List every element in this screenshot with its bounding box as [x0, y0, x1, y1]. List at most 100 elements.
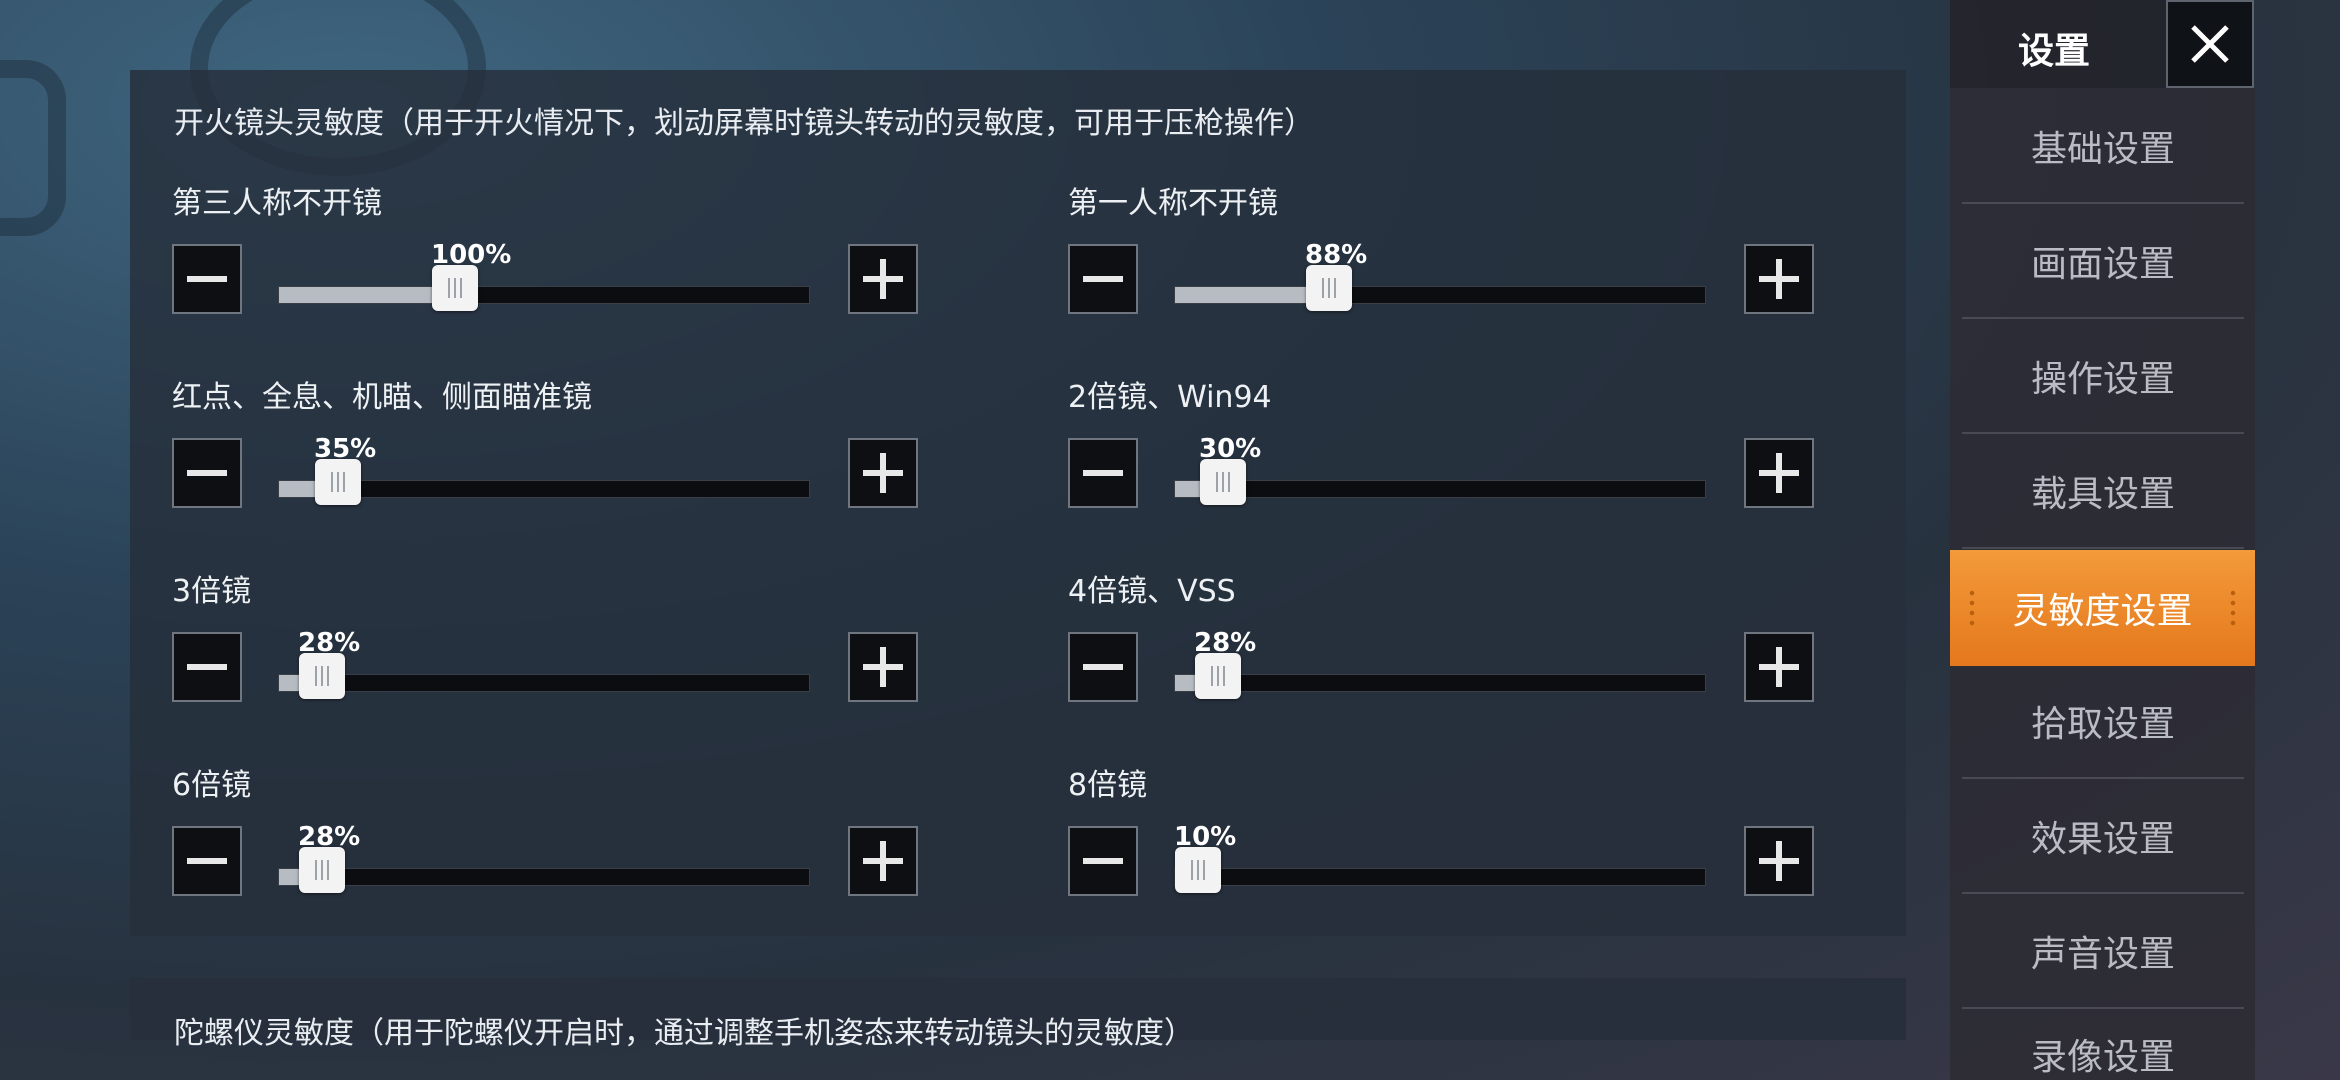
- sidebar-item[interactable]: 声音设置: [1962, 895, 2244, 1009]
- sidebar-item-label: 效果设置: [2030, 819, 2175, 860]
- sidebar-item-label: 操作设置: [2030, 359, 2175, 400]
- slider-track[interactable]: [278, 459, 810, 505]
- slider-thumb[interactable]: [1200, 459, 1246, 505]
- plus-icon: [863, 841, 903, 881]
- increase-button[interactable]: [848, 632, 918, 702]
- sidebar-item-label: 画面设置: [2030, 244, 2175, 285]
- gyro-sensitivity-panel: 陀螺仪灵敏度（用于陀螺仪开启时，通过调整手机姿态来转动镜头的灵敏度）: [130, 978, 1906, 1051]
- minus-icon: [187, 858, 227, 864]
- slider-label: 第三人称不开镜: [172, 186, 382, 221]
- sensitivity-slider-row: 6倍镜 28%: [172, 760, 918, 940]
- plus-icon: [863, 647, 903, 687]
- decrease-button[interactable]: [1068, 826, 1138, 896]
- sensitivity-slider-row: 4倍镜、VSS 28%: [1068, 566, 1814, 746]
- slider-track[interactable]: [1174, 847, 1706, 893]
- decrease-button[interactable]: [172, 632, 242, 702]
- decrease-button[interactable]: [172, 826, 242, 896]
- increase-button[interactable]: [848, 244, 918, 314]
- slider-label: 6倍镜: [172, 768, 252, 803]
- sidebar-item-label: 声音设置: [2030, 934, 2175, 975]
- slider-label: 3倍镜: [172, 574, 252, 609]
- slider-thumb[interactable]: [315, 459, 361, 505]
- sidebar-item[interactable]: 灵敏度设置: [1950, 550, 2255, 666]
- slider-track[interactable]: [278, 265, 810, 311]
- slider-track[interactable]: [1174, 459, 1706, 505]
- slider-value: 10%: [1174, 822, 1237, 852]
- minus-icon: [1083, 664, 1123, 670]
- increase-button[interactable]: [848, 826, 918, 896]
- minus-icon: [1083, 470, 1123, 476]
- sensitivity-slider-row: 红点、全息、机瞄、侧面瞄准镜 35%: [172, 372, 918, 552]
- plus-icon: [863, 453, 903, 493]
- decrease-button[interactable]: [172, 438, 242, 508]
- sidebar-item[interactable]: 效果设置: [1962, 780, 2244, 894]
- increase-button[interactable]: [1744, 244, 1814, 314]
- increase-button[interactable]: [1744, 632, 1814, 702]
- sidebar-item-label: 载具设置: [2030, 474, 2175, 515]
- decrease-button[interactable]: [1068, 244, 1138, 314]
- plus-icon: [1759, 841, 1799, 881]
- plus-icon: [1759, 453, 1799, 493]
- sidebar-item[interactable]: 载具设置: [1962, 435, 2244, 549]
- sidebar-item[interactable]: 录像设置: [1962, 1010, 2244, 1080]
- slider-thumb[interactable]: [299, 653, 345, 699]
- slider-label: 8倍镜: [1068, 768, 1148, 803]
- sidebar-item-label: 拾取设置: [2030, 704, 2175, 745]
- slider-value: 28%: [298, 628, 361, 658]
- slider-track[interactable]: [1174, 265, 1706, 311]
- minus-icon: [1083, 858, 1123, 864]
- background-decoration: [0, 60, 66, 236]
- sidebar-item-label: 灵敏度设置: [2012, 591, 2193, 632]
- panel-title: 开火镜头灵敏度（用于开火情况下，划动屏幕时镜头转动的灵敏度，可用于压枪操作）: [174, 106, 1314, 141]
- slider-thumb[interactable]: [1306, 265, 1352, 311]
- decrease-button[interactable]: [1068, 632, 1138, 702]
- slider-value: 88%: [1305, 240, 1368, 270]
- plus-icon: [863, 259, 903, 299]
- slider-value: 35%: [314, 434, 377, 464]
- slider-value: 28%: [298, 822, 361, 852]
- sidebar-item[interactable]: 画面设置: [1962, 205, 2244, 319]
- increase-button[interactable]: [848, 438, 918, 508]
- close-icon: [2191, 25, 2229, 63]
- slider-track[interactable]: [1174, 653, 1706, 699]
- decrease-button[interactable]: [172, 244, 242, 314]
- slider-value: 28%: [1194, 628, 1257, 658]
- slider-thumb[interactable]: [1195, 653, 1241, 699]
- slider-label: 2倍镜、Win94: [1068, 380, 1272, 415]
- grip-icon: [2229, 588, 2237, 628]
- plus-icon: [1759, 259, 1799, 299]
- panel-title: 陀螺仪灵敏度（用于陀螺仪开启时，通过调整手机姿态来转动镜头的灵敏度）: [174, 1016, 1194, 1051]
- slider-label: 第一人称不开镜: [1068, 186, 1278, 221]
- sensitivity-slider-row: 8倍镜 10%: [1068, 760, 1814, 940]
- sidebar-item-label: 基础设置: [2030, 129, 2175, 170]
- slider-label: 4倍镜、VSS: [1068, 574, 1236, 609]
- slider-track[interactable]: [278, 847, 810, 893]
- slider-value: 100%: [431, 240, 512, 270]
- slider-value: 30%: [1199, 434, 1262, 464]
- increase-button[interactable]: [1744, 438, 1814, 508]
- grip-icon: [1968, 588, 1976, 628]
- sensitivity-slider-row: 3倍镜 28%: [172, 566, 918, 746]
- sidebar-item[interactable]: 基础设置: [1962, 90, 2244, 204]
- close-button[interactable]: [2166, 0, 2254, 88]
- slider-thumb[interactable]: [299, 847, 345, 893]
- minus-icon: [187, 470, 227, 476]
- sidebar-item[interactable]: 操作设置: [1962, 320, 2244, 434]
- slider-thumb[interactable]: [1175, 847, 1221, 893]
- sensitivity-slider-row: 第三人称不开镜 100%: [172, 178, 918, 358]
- slider-track[interactable]: [278, 653, 810, 699]
- minus-icon: [187, 664, 227, 670]
- sidebar-title: 设置: [2018, 31, 2091, 72]
- decrease-button[interactable]: [1068, 438, 1138, 508]
- slider-thumb[interactable]: [432, 265, 478, 311]
- slider-label: 红点、全息、机瞄、侧面瞄准镜: [172, 380, 592, 415]
- slider-fill: [279, 287, 455, 303]
- sidebar-item[interactable]: 拾取设置: [1962, 665, 2244, 779]
- sidebar-item-label: 录像设置: [2030, 1037, 2175, 1078]
- minus-icon: [187, 276, 227, 282]
- minus-icon: [1083, 276, 1123, 282]
- increase-button[interactable]: [1744, 826, 1814, 896]
- plus-icon: [1759, 647, 1799, 687]
- sensitivity-slider-row: 第一人称不开镜 88%: [1068, 178, 1814, 358]
- sensitivity-slider-row: 2倍镜、Win94 30%: [1068, 372, 1814, 552]
